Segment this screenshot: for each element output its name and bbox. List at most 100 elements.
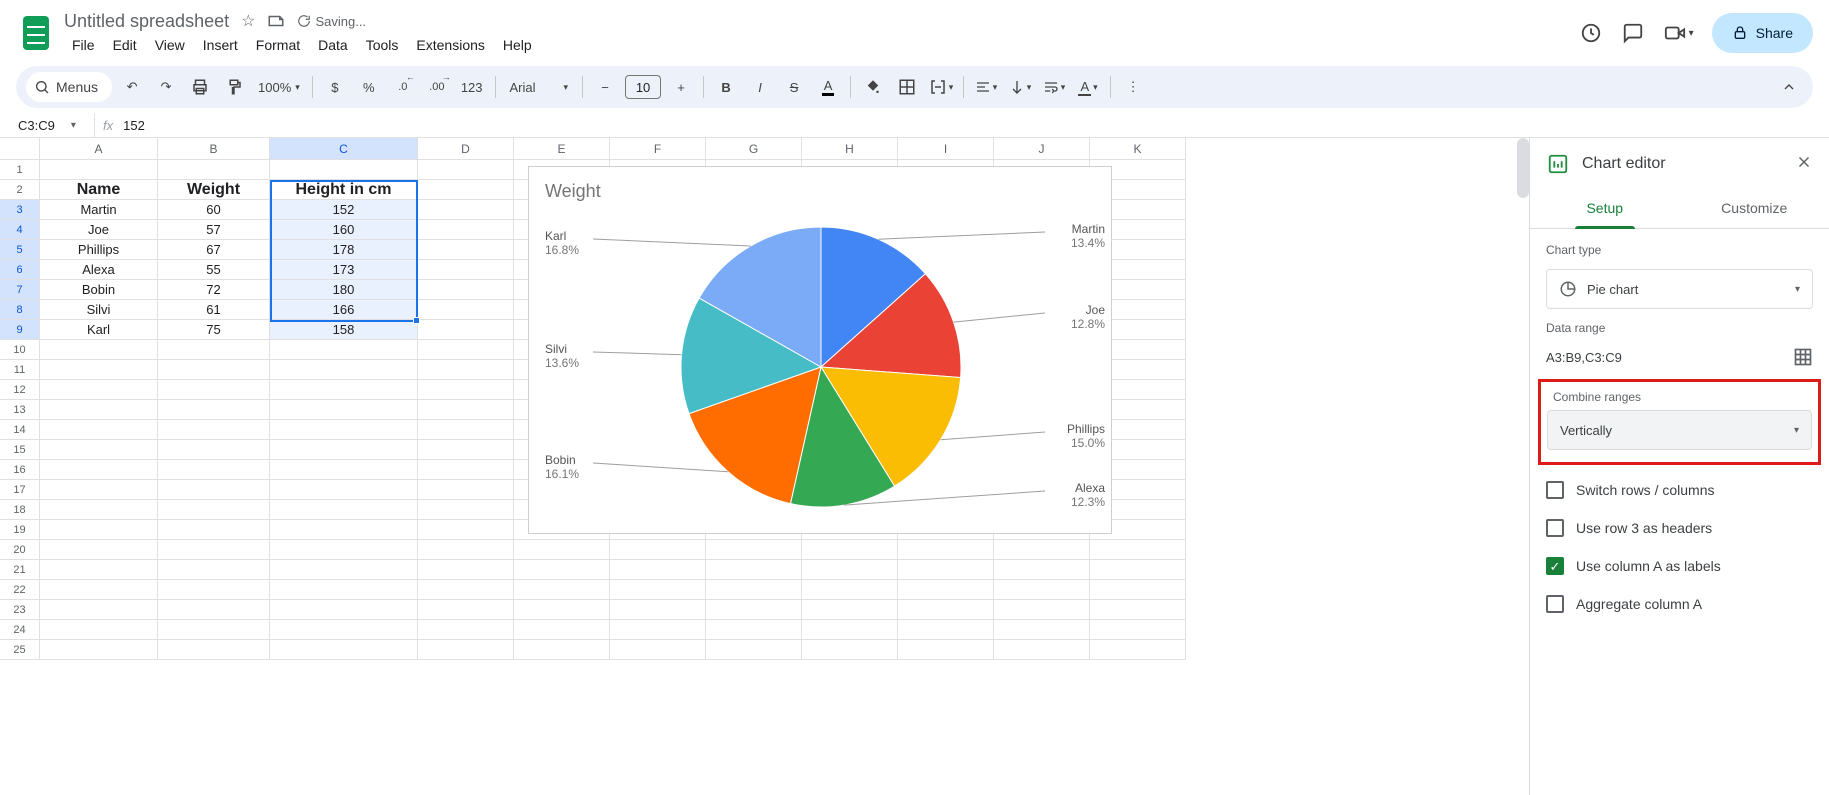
- cell-C11[interactable]: [270, 360, 418, 380]
- row-header-14[interactable]: 14: [0, 420, 40, 440]
- cell-A16[interactable]: [40, 460, 158, 480]
- row-header-10[interactable]: 10: [0, 340, 40, 360]
- cell-I25[interactable]: [898, 640, 994, 660]
- row-header-19[interactable]: 19: [0, 520, 40, 540]
- cell-G21[interactable]: [706, 560, 802, 580]
- paint-format-button[interactable]: [220, 73, 248, 101]
- cell-B2[interactable]: Weight: [158, 180, 270, 200]
- history-icon[interactable]: [1579, 21, 1603, 45]
- cell-D15[interactable]: [418, 440, 514, 460]
- cell-K23[interactable]: [1090, 600, 1186, 620]
- cell-A22[interactable]: [40, 580, 158, 600]
- cell-D23[interactable]: [418, 600, 514, 620]
- row-header-17[interactable]: 17: [0, 480, 40, 500]
- bold-button[interactable]: B: [712, 73, 740, 101]
- cell-D3[interactable]: [418, 200, 514, 220]
- cell-C6[interactable]: 173: [270, 260, 418, 280]
- cell-A8[interactable]: Silvi: [40, 300, 158, 320]
- column-header-D[interactable]: D: [418, 138, 514, 160]
- cell-C15[interactable]: [270, 440, 418, 460]
- cell-C10[interactable]: [270, 340, 418, 360]
- zoom-select[interactable]: 100% ▾: [254, 80, 304, 95]
- cell-A10[interactable]: [40, 340, 158, 360]
- cell-C14[interactable]: [270, 420, 418, 440]
- cell-D2[interactable]: [418, 180, 514, 200]
- cell-D24[interactable]: [418, 620, 514, 640]
- cell-C21[interactable]: [270, 560, 418, 580]
- column-header-A[interactable]: A: [40, 138, 158, 160]
- row-header-16[interactable]: 16: [0, 460, 40, 480]
- cell-D17[interactable]: [418, 480, 514, 500]
- cell-B11[interactable]: [158, 360, 270, 380]
- vertical-scrollbar[interactable]: [1517, 138, 1529, 198]
- cell-F20[interactable]: [610, 540, 706, 560]
- cell-G23[interactable]: [706, 600, 802, 620]
- cell-C17[interactable]: [270, 480, 418, 500]
- cell-I20[interactable]: [898, 540, 994, 560]
- cell-G20[interactable]: [706, 540, 802, 560]
- decrease-decimal-button[interactable]: .0←: [389, 73, 417, 101]
- cell-A25[interactable]: [40, 640, 158, 660]
- cell-K21[interactable]: [1090, 560, 1186, 580]
- cell-D21[interactable]: [418, 560, 514, 580]
- tab-setup[interactable]: Setup: [1530, 190, 1680, 228]
- cell-B7[interactable]: 72: [158, 280, 270, 300]
- cell-B4[interactable]: 57: [158, 220, 270, 240]
- cell-A9[interactable]: Karl: [40, 320, 158, 340]
- cell-C19[interactable]: [270, 520, 418, 540]
- data-range-value[interactable]: A3:B9,C3:C9: [1546, 350, 1622, 365]
- cell-B20[interactable]: [158, 540, 270, 560]
- cell-C4[interactable]: 160: [270, 220, 418, 240]
- format-currency-button[interactable]: $: [321, 73, 349, 101]
- cell-A19[interactable]: [40, 520, 158, 540]
- cell-B15[interactable]: [158, 440, 270, 460]
- cell-B3[interactable]: 60: [158, 200, 270, 220]
- cell-K24[interactable]: [1090, 620, 1186, 640]
- cell-A1[interactable]: [40, 160, 158, 180]
- cell-C25[interactable]: [270, 640, 418, 660]
- share-button[interactable]: Share: [1712, 13, 1813, 53]
- print-button[interactable]: [186, 73, 214, 101]
- cell-D22[interactable]: [418, 580, 514, 600]
- cell-C16[interactable]: [270, 460, 418, 480]
- cell-E24[interactable]: [514, 620, 610, 640]
- menu-data[interactable]: Data: [310, 33, 356, 57]
- cell-C23[interactable]: [270, 600, 418, 620]
- row-header-2[interactable]: 2: [0, 180, 40, 200]
- column-header-H[interactable]: H: [802, 138, 898, 160]
- comments-icon[interactable]: [1621, 21, 1645, 45]
- cell-B23[interactable]: [158, 600, 270, 620]
- cell-H23[interactable]: [802, 600, 898, 620]
- cell-D10[interactable]: [418, 340, 514, 360]
- move-icon[interactable]: [267, 12, 285, 30]
- cell-C18[interactable]: [270, 500, 418, 520]
- cell-B18[interactable]: [158, 500, 270, 520]
- cell-B21[interactable]: [158, 560, 270, 580]
- column-header-B[interactable]: B: [158, 138, 270, 160]
- cell-D9[interactable]: [418, 320, 514, 340]
- cell-C3[interactable]: 152: [270, 200, 418, 220]
- merge-cells-button[interactable]: ▾: [927, 73, 955, 101]
- cell-I24[interactable]: [898, 620, 994, 640]
- menu-file[interactable]: File: [64, 33, 103, 57]
- sheets-logo[interactable]: [16, 13, 56, 53]
- cell-E25[interactable]: [514, 640, 610, 660]
- row-header-21[interactable]: 21: [0, 560, 40, 580]
- cell-C5[interactable]: 178: [270, 240, 418, 260]
- cell-A23[interactable]: [40, 600, 158, 620]
- wrap-button[interactable]: ▾: [1040, 73, 1068, 101]
- cell-G22[interactable]: [706, 580, 802, 600]
- cell-A24[interactable]: [40, 620, 158, 640]
- cell-D1[interactable]: [418, 160, 514, 180]
- cell-B9[interactable]: 75: [158, 320, 270, 340]
- cell-H24[interactable]: [802, 620, 898, 640]
- combine-ranges-select[interactable]: Vertically ▾: [1547, 410, 1812, 450]
- cell-B14[interactable]: [158, 420, 270, 440]
- column-header-I[interactable]: I: [898, 138, 994, 160]
- number-format-button[interactable]: 123: [457, 73, 487, 101]
- menu-format[interactable]: Format: [248, 33, 308, 57]
- cell-C9[interactable]: 158: [270, 320, 418, 340]
- cell-D7[interactable]: [418, 280, 514, 300]
- row-header-8[interactable]: 8: [0, 300, 40, 320]
- row-header-18[interactable]: 18: [0, 500, 40, 520]
